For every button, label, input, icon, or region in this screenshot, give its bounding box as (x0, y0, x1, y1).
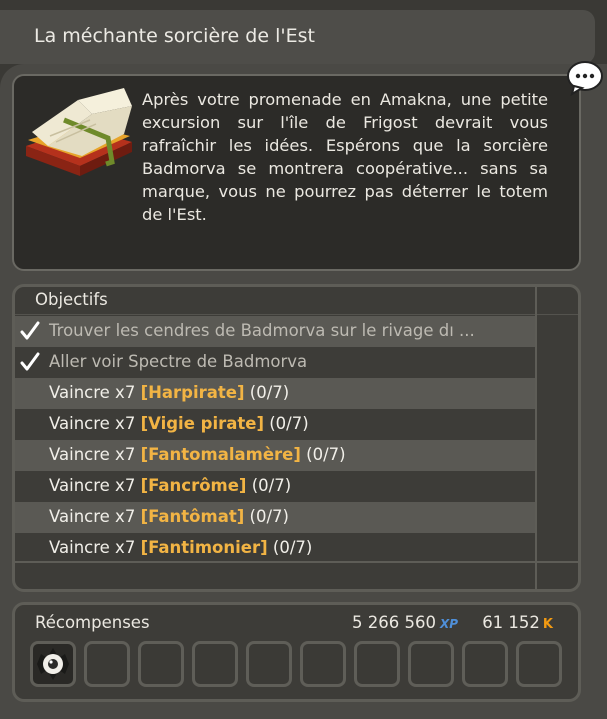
reward-slot (408, 641, 454, 687)
checkmark-icon (20, 321, 40, 340)
monster-link[interactable]: [Fantômat] (141, 507, 245, 526)
checkmark-icon (20, 352, 40, 371)
objective-item: Vaincre x7 [Fancrôme] (0/7) (15, 471, 535, 502)
reward-slot (192, 641, 238, 687)
objective-prefix: Vaincre x7 (49, 538, 136, 557)
objective-item: Trouver les cendres de Badmorva sur le r… (15, 316, 535, 347)
book-icon (26, 88, 132, 176)
reward-slot (354, 641, 400, 687)
objective-item: Aller voir Spectre de Badmorva (15, 347, 535, 378)
monster-link[interactable]: [Fantimonier] (141, 538, 268, 557)
reward-slot (84, 641, 130, 687)
objectives-box: Objectifs Trouver les cendres de Badmorv… (12, 284, 581, 592)
reward-slot (516, 641, 562, 687)
objective-item: Vaincre x7 [Fantomalamère] (0/7) (15, 440, 535, 471)
quest-title: La méchante sorcière de l'Est (0, 10, 595, 64)
objective-item: Vaincre x7 [Vigie pirate] (0/7) (15, 409, 535, 440)
divider (15, 314, 578, 315)
monster-link[interactable]: [Harpirate] (141, 383, 245, 402)
kamas-value: 61 152 (482, 613, 540, 632)
objective-progress: (0/7) (249, 507, 289, 526)
reward-slot[interactable] (30, 641, 76, 687)
objective-item: Vaincre x7 [Fantimonier] (0/7) (15, 533, 535, 564)
objective-prefix: Vaincre x7 (49, 476, 136, 495)
objective-progress: (0/7) (306, 445, 346, 464)
rewards-box: Récompenses 5 266 560 XP 61 152 K (12, 602, 581, 702)
rewards-title: Récompenses (35, 613, 150, 632)
monster-link[interactable]: [Fantomalamère] (141, 445, 301, 464)
objectives-header: Objectifs (35, 290, 108, 309)
divider (15, 561, 578, 563)
quest-description: Après votre promenade en Amakna, une pet… (142, 90, 548, 224)
reward-slot (462, 641, 508, 687)
monster-link[interactable]: [Vigie pirate] (141, 414, 264, 433)
objective-item: Vaincre x7 [Harpirate] (0/7) (15, 378, 535, 409)
kamas-icon: K (542, 617, 553, 632)
objective-progress: (0/7) (272, 538, 313, 557)
objective-prefix: Vaincre x7 (49, 507, 136, 526)
objective-progress: (0/7) (269, 414, 309, 433)
xp-icon: XP (439, 617, 458, 631)
kamas-reward: 61 152 K (482, 613, 553, 632)
objectives-list: Trouver les cendres de Badmorva sur le r… (15, 316, 535, 564)
monster-link[interactable]: [Fancrôme] (141, 476, 247, 495)
xp-value: 5 266 560 (351, 613, 436, 632)
speech-bubble-icon[interactable] (566, 60, 604, 96)
scrollbar-track[interactable] (535, 287, 537, 589)
eye-orb-icon (37, 648, 69, 680)
reward-slots (30, 641, 562, 687)
reward-slot (300, 641, 346, 687)
reward-slot (246, 641, 292, 687)
objective-text: Aller voir Spectre de Badmorva (49, 352, 308, 371)
reward-slot (138, 641, 184, 687)
objective-prefix: Vaincre x7 (49, 414, 136, 433)
objective-progress: (0/7) (251, 476, 292, 495)
objective-item: Vaincre x7 [Fantômat] (0/7) (15, 502, 535, 533)
objective-text: Trouver les cendres de Badmorva sur le r… (49, 321, 475, 340)
objective-prefix: Vaincre x7 (49, 383, 136, 402)
xp-reward: 5 266 560 XP (352, 613, 458, 632)
objective-progress: (0/7) (249, 383, 290, 402)
objective-prefix: Vaincre x7 (49, 445, 136, 464)
